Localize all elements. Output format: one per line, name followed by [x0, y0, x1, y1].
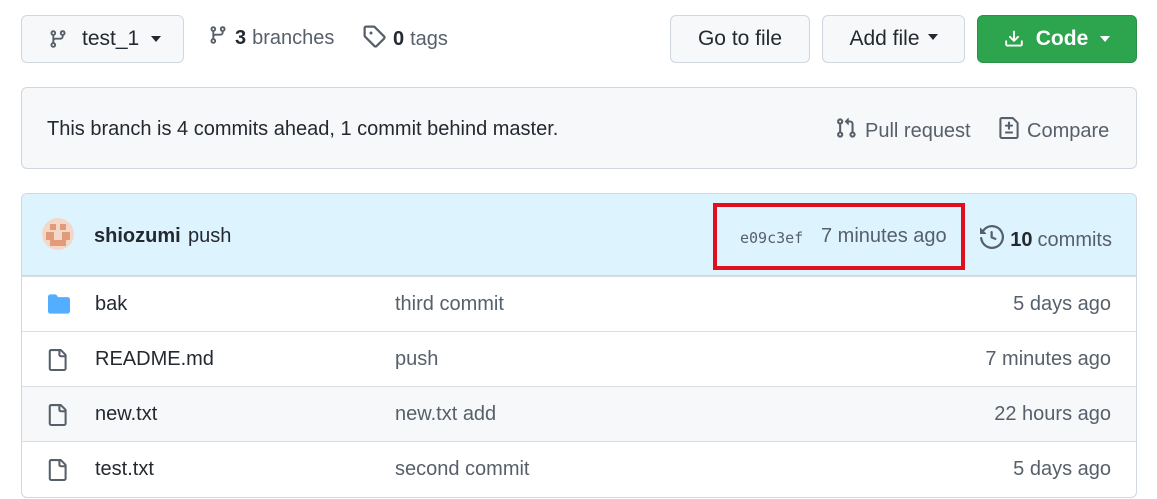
add-file-label: Add file — [849, 27, 920, 50]
file-row[interactable]: test.txt second commit 5 days ago — [22, 441, 1136, 496]
file-name-link[interactable]: new.txt — [95, 403, 157, 426]
file-row[interactable]: README.md push 7 minutes ago — [22, 331, 1136, 386]
pull-request-link[interactable]: Pull request — [835, 117, 971, 145]
code-button[interactable]: Code — [977, 15, 1137, 63]
commits-history-link[interactable]: 10 commits — [980, 224, 1112, 255]
branch-select-button[interactable]: test_1 — [21, 15, 184, 63]
folder-icon — [46, 293, 72, 320]
git-pull-request-icon — [835, 117, 857, 145]
highlight-annotation-box — [713, 203, 965, 270]
branches-count: 3 — [235, 26, 247, 49]
file-row[interactable]: bak third commit 5 days ago — [22, 276, 1136, 331]
tags-label: tags — [410, 27, 448, 50]
file-commit-message-link[interactable]: third commit — [395, 293, 504, 316]
tag-icon — [362, 24, 386, 54]
commit-author-link[interactable]: shiozumi — [94, 225, 181, 248]
caret-down-icon — [1100, 36, 1111, 42]
tags-link[interactable]: 0 tags — [362, 24, 448, 54]
file-row[interactable]: new.txt new.txt add 22 hours ago — [22, 386, 1136, 441]
file-browser: shiozumi push e09c3ef 7 minutes ago 10 c… — [21, 193, 1137, 498]
compare-label: Compare — [1027, 119, 1110, 142]
caret-down-icon — [927, 34, 938, 40]
code-label: Code — [1035, 27, 1089, 50]
compare-link[interactable]: Compare — [998, 117, 1109, 145]
branches-link[interactable]: 3 branches — [208, 24, 334, 52]
file-name-link[interactable]: bak — [95, 293, 127, 316]
diff-icon — [998, 117, 1020, 145]
latest-commit-bar: shiozumi push e09c3ef 7 minutes ago 10 c… — [22, 194, 1136, 276]
commit-count-label: commits — [1037, 228, 1112, 251]
go-to-file-button[interactable]: Go to file — [670, 15, 810, 63]
commit-message-link[interactable]: push — [188, 225, 231, 248]
git-branch-icon — [208, 24, 228, 52]
file-name-link[interactable]: test.txt — [95, 458, 154, 481]
file-commit-message-link[interactable]: push — [395, 348, 438, 371]
history-icon — [980, 224, 1005, 255]
file-commit-message-link[interactable]: second commit — [395, 458, 530, 481]
commit-count: 10 — [1010, 228, 1033, 251]
file-commit-time: 7 minutes ago — [985, 348, 1111, 370]
file-icon — [46, 403, 68, 432]
caret-down-icon — [151, 36, 162, 42]
branch-status-notice: This branch is 4 commits ahead, 1 commit… — [21, 87, 1137, 169]
file-commit-time: 22 hours ago — [994, 403, 1111, 425]
avatar[interactable] — [42, 218, 74, 250]
file-commit-message-link[interactable]: new.txt add — [395, 403, 496, 426]
file-commit-time: 5 days ago — [1013, 293, 1111, 315]
file-name-link[interactable]: README.md — [95, 348, 214, 371]
git-branch-icon — [48, 28, 68, 50]
branch-name: test_1 — [82, 27, 140, 50]
branches-label: branches — [252, 26, 335, 49]
go-to-file-label: Go to file — [697, 27, 783, 50]
tags-count: 0 — [393, 27, 405, 50]
file-commit-time: 5 days ago — [1013, 458, 1111, 480]
add-file-button[interactable]: Add file — [822, 15, 965, 63]
branch-status-text: This branch is 4 commits ahead, 1 commit… — [47, 118, 559, 140]
file-icon — [46, 458, 68, 487]
download-icon — [1004, 29, 1024, 49]
pull-request-label: Pull request — [865, 119, 971, 142]
file-icon — [46, 348, 68, 377]
